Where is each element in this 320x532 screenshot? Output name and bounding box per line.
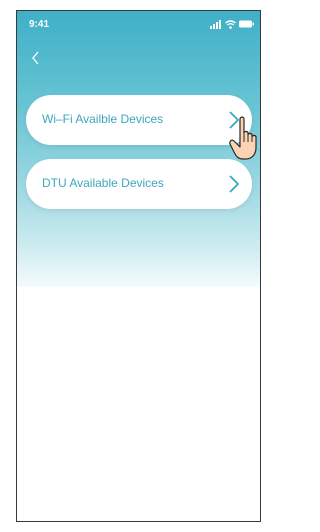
status-icons xyxy=(210,19,254,29)
header-gradient xyxy=(17,11,260,287)
dtu-available-devices-label: DTU Available Devices xyxy=(42,176,164,190)
back-button[interactable] xyxy=(29,47,45,69)
wifi-icon xyxy=(225,19,236,29)
dtu-available-devices-button[interactable]: DTU Available Devices xyxy=(26,159,252,209)
wifi-available-devices-label: Wi–Fi Availble Devices xyxy=(42,112,164,126)
wifi-available-devices-button[interactable]: Wi–Fi Availble Devices xyxy=(26,95,252,145)
status-time: 9:41 xyxy=(29,19,50,30)
battery-icon xyxy=(239,20,254,28)
status-bar: 9:41 xyxy=(17,11,260,35)
chevron-right-icon xyxy=(229,175,239,193)
signal-bars-icon xyxy=(210,19,221,29)
chevron-left-icon xyxy=(32,51,39,65)
phone-screen: 9:41 Wi–Fi Availble Devices DTU Availabl… xyxy=(16,10,261,522)
hand-pointer-icon xyxy=(229,116,257,160)
